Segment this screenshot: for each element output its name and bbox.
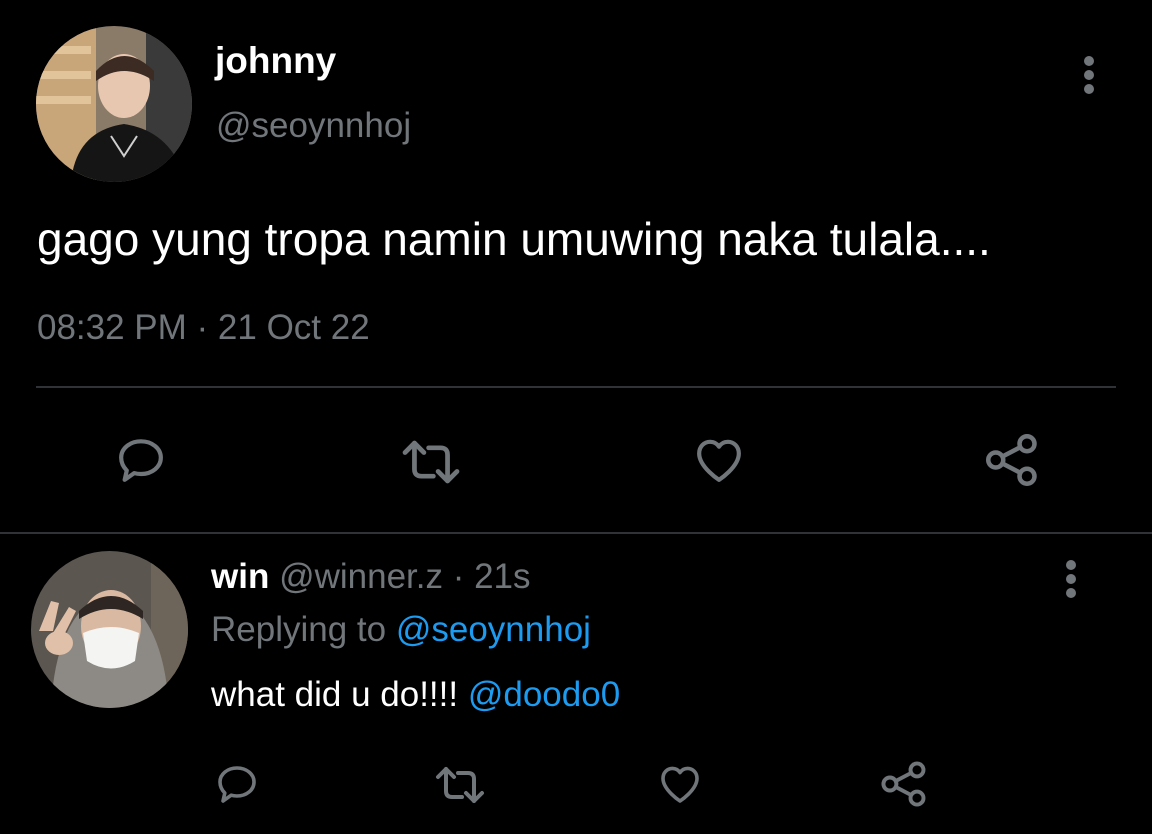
share-icon[interactable]: [982, 430, 1042, 490]
reply-icon[interactable]: [112, 432, 170, 488]
retweet-icon[interactable]: [396, 436, 466, 488]
divider: [0, 532, 1152, 534]
reply-icon[interactable]: [212, 760, 262, 808]
replying-to-handle[interactable]: @seoynnhoj: [396, 610, 591, 649]
tweet-timestamp[interactable]: 08:32 PM · 21 Oct 22: [37, 308, 370, 348]
replying-to-label: Replying to: [211, 610, 387, 649]
avatar-photo: [31, 551, 188, 708]
like-icon[interactable]: [690, 432, 748, 488]
more-options-icon[interactable]: [1059, 560, 1083, 598]
author-handle-time[interactable]: @winner.z · 21s: [279, 557, 530, 596]
replying-to: Replying to @seoynnhoj: [211, 610, 591, 650]
reply-text: what did u do!!!! @doodo0: [211, 675, 620, 715]
retweet-icon[interactable]: [429, 763, 491, 807]
author-handle[interactable]: @seoynnhoj: [216, 106, 411, 146]
reply-header: win @winner.z · 21s: [211, 557, 531, 597]
avatar[interactable]: [31, 551, 188, 708]
like-icon[interactable]: [655, 760, 705, 808]
tweet-text: gago yung tropa namin umuwing naka tulal…: [37, 213, 991, 265]
avatar-photo: [36, 26, 192, 182]
author-name[interactable]: johnny: [215, 40, 336, 82]
more-options-icon[interactable]: [1077, 56, 1101, 94]
avatar[interactable]: [36, 26, 192, 182]
mention-link[interactable]: @doodo0: [468, 675, 620, 714]
reply-body: what did u do!!!!: [211, 675, 459, 714]
main-tweet: johnny @seoynnhoj gago yung tropa namin …: [0, 0, 1152, 532]
tweet-detail-screen: johnny @seoynnhoj gago yung tropa namin …: [0, 0, 1152, 834]
divider: [36, 386, 1116, 388]
author-name[interactable]: win: [211, 557, 269, 596]
share-icon[interactable]: [878, 758, 930, 810]
